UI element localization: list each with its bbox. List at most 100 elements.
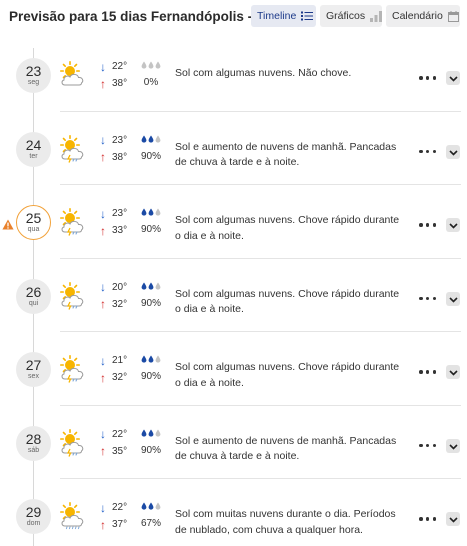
expand-button[interactable] [446, 437, 460, 455]
rain-percent: 90% [140, 371, 161, 382]
rain-percent: 90% [140, 150, 161, 162]
min-temperature: 22° [112, 428, 128, 440]
min-temperature: 22° [112, 502, 128, 513]
chevron-down-icon [448, 290, 458, 308]
more-options-button[interactable] [419, 441, 436, 451]
graficos-view-label: Gráficos [326, 10, 366, 22]
raindrops-icon [139, 502, 163, 512]
more-options-button[interactable] [419, 514, 436, 524]
date-badge: 23 seg [16, 58, 51, 93]
day-of-week: ter [29, 152, 38, 160]
chevron-down-icon [448, 143, 458, 161]
date-badge: 27 sex [16, 352, 51, 387]
max-temperature: 32° [112, 372, 128, 383]
forecast-day-row-25: 25 qua ↓ 23° ↑ 33° 90% Sol com algumas nuv… [0, 185, 467, 259]
day-of-week: sáb [27, 446, 40, 454]
rain-probability: 0% [139, 61, 163, 88]
day-of-week: qua [27, 226, 40, 233]
calendar-icon [447, 10, 459, 22]
min-temperature: 23° [112, 208, 128, 219]
raindrops-icon [139, 355, 163, 365]
more-options-button[interactable] [419, 367, 436, 377]
expand-button[interactable] [446, 512, 460, 526]
expand-button[interactable] [446, 365, 460, 379]
arrow-down-icon: ↓ [100, 206, 106, 221]
raindrops-icon [139, 282, 163, 292]
day-number: 26 [25, 283, 42, 300]
sun-cloud-rain-icon [59, 355, 87, 383]
rain-percent: 90% [140, 224, 161, 235]
forecast-day-row-23: 23 seg ↓ 22° ↑ 38° 0% Sol com algumas nuve… [0, 38, 467, 112]
rain-probability: 90% [139, 429, 163, 456]
arrow-down-icon: ↓ [100, 500, 106, 515]
arrow-down-icon: ↓ [100, 427, 106, 441]
max-temperature: 35° [112, 445, 128, 457]
page-title: Previsão para 15 dias Fernandópolis - SP [9, 9, 286, 26]
max-temperature: 37° [112, 519, 128, 530]
max-temperature: 38° [112, 151, 128, 163]
forecast-description: Sol com muitas nuvens durante o dia. Per… [175, 508, 396, 536]
rain-probability: 90% [139, 282, 163, 309]
day-number: 27 [25, 357, 42, 373]
rain-probability: 90% [139, 208, 163, 235]
temperature-range: ↓ 23° ↑ 33° [100, 205, 127, 239]
max-temperature: 33° [112, 225, 128, 236]
forecast-day-row-24: 24 ter ↓ 23° ↑ 38° 90% Sol e aumento de nu… [0, 112, 467, 185]
expand-button[interactable] [446, 143, 460, 161]
arrow-up-icon: ↑ [100, 297, 106, 311]
rain-probability: 67% [139, 502, 163, 529]
forecast-description: Sol e aumento de nuvens de manhã. Pancad… [175, 140, 397, 169]
arrow-down-icon: ↓ [100, 133, 106, 147]
sun-cloud-rain-icon [59, 208, 87, 236]
forecast-description: Sol com algumas nuvens. Chove rápido dur… [175, 287, 400, 316]
day-number: 23 [25, 63, 42, 79]
expand-button[interactable] [446, 290, 460, 308]
more-options-button[interactable] [419, 220, 436, 230]
list-icon [301, 11, 314, 21]
graficos-view-button[interactable]: Gráficos [320, 5, 383, 27]
min-temperature: 21° [112, 355, 128, 366]
temperature-range: ↓ 22° ↑ 37° [100, 499, 127, 533]
expand-button[interactable] [446, 218, 460, 232]
date-badge: 28 sáb [16, 425, 51, 461]
timeline-view-button[interactable]: Timeline [251, 5, 316, 27]
arrow-up-icon: ↑ [100, 444, 106, 458]
date-badge: 29 dom [16, 499, 51, 534]
more-options-button[interactable] [419, 294, 436, 304]
forecast-day-row-26: 26 qui ↓ 20° ↑ 32° 90% Sol com algumas nuv… [0, 259, 467, 332]
arrow-down-icon: ↓ [100, 353, 106, 368]
forecast-day-row-27: 27 sex ↓ 21° ↑ 32° 90% Sol com algumas nuv… [0, 332, 467, 406]
rain-probability: 90% [139, 135, 163, 162]
more-options-button[interactable] [419, 73, 436, 83]
chevron-down-icon [448, 437, 458, 455]
chevron-down-icon [448, 69, 458, 87]
day-of-week: dom [26, 520, 41, 527]
day-of-week: qui [28, 299, 39, 307]
raindrops-icon [139, 61, 163, 71]
sun-cloud-rain-icon [59, 428, 87, 457]
sun-cloud-rain-icon [59, 134, 87, 163]
timeline-view-label: Timeline [257, 10, 297, 22]
date-badge: 24 ter [16, 131, 51, 167]
day-of-week: sex [28, 373, 39, 380]
temperature-range: ↓ 22° ↑ 35° [100, 426, 127, 460]
forecast-description: Sol e aumento de nuvens de manhã. Pancad… [175, 434, 397, 463]
expand-button[interactable] [446, 71, 460, 85]
rain-percent: 67% [140, 518, 161, 529]
max-temperature: 32° [112, 298, 128, 310]
partly-cloudy-icon [59, 61, 87, 87]
forecast-day-row-29: 29 dom ↓ 22° ↑ 37° 67% Sol com muitas nuve… [0, 479, 467, 546]
more-options-button[interactable] [419, 147, 436, 157]
max-temperature: 38° [112, 78, 128, 89]
raindrops-icon [139, 208, 163, 218]
forecast-description: Sol com algumas nuvens. Não chove. [175, 67, 352, 79]
arrow-up-icon: ↑ [100, 76, 106, 91]
raindrops-icon [139, 429, 163, 439]
temperature-range: ↓ 20° ↑ 32° [100, 279, 127, 313]
calendario-view-button[interactable]: Calendário [386, 5, 460, 27]
rain-percent: 90% [140, 444, 161, 456]
forecast-description: Sol com algumas nuvens. Chove rápido dur… [175, 214, 400, 242]
sun-cloud-drizzle-icon [59, 502, 87, 530]
min-temperature: 20° [112, 281, 128, 293]
rain-probability: 90% [139, 355, 163, 382]
